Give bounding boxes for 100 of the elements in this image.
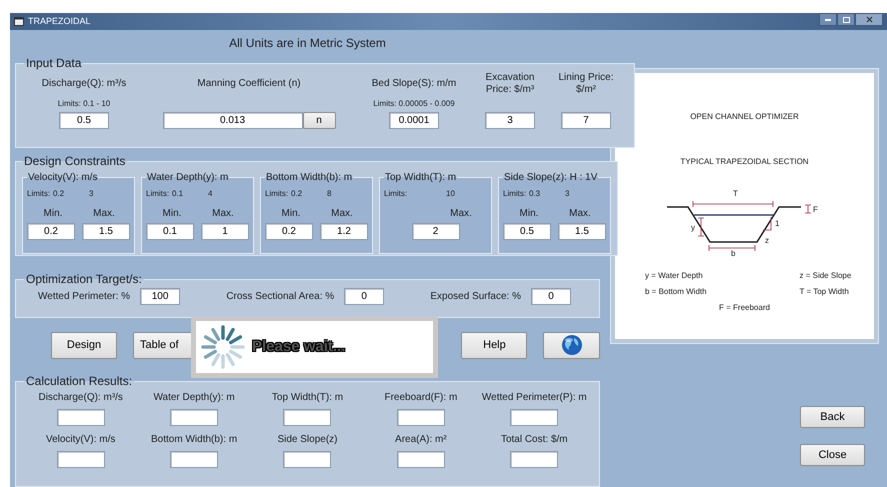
result-field[interactable] — [56, 451, 105, 468]
legend-text: T = Top Width — [798, 286, 850, 298]
result-field[interactable] — [510, 409, 558, 426]
please-wait-text: Please wait... — [252, 336, 346, 357]
limit-max: 3 — [565, 188, 570, 200]
result-field[interactable] — [170, 409, 218, 426]
trapezoidal-section-drawing: T F y 1 z b — [664, 180, 824, 256]
limit-max: 8 — [327, 188, 332, 200]
result-label: Total Cost: $/m — [500, 433, 568, 447]
target-label: Wetted Perimeter: % — [38, 290, 130, 304]
result-field[interactable] — [396, 409, 445, 426]
input-field[interactable]: 0.5 — [59, 112, 109, 129]
legend-text: z = Side Slope — [798, 270, 852, 282]
limit-min: 0.2 — [291, 188, 304, 200]
minimize-button[interactable] — [819, 13, 837, 26]
max-input[interactable]: 1.5 — [558, 223, 606, 240]
result-label: Freeboard(F): m — [384, 391, 458, 405]
result-label: Bottom Width(b): m — [151, 433, 238, 447]
field-label: Excavation Price: $/m³ — [484, 72, 536, 96]
max-input[interactable]: 2 — [412, 223, 460, 240]
legend-text: y = Water Depth — [645, 270, 704, 282]
group-title: Velocity(V): m/s — [27, 171, 98, 185]
group-title: Input Data — [25, 55, 82, 72]
limits-text: Limits: 0.00005 - 0.009 — [373, 98, 455, 110]
field-label: Bed Slope(S): m/m — [370, 77, 458, 91]
result-field[interactable] — [283, 409, 332, 426]
target-input[interactable]: 0 — [530, 288, 571, 305]
min-input[interactable]: 0.2 — [265, 223, 313, 240]
legend-text: F = Freeboard — [718, 302, 771, 314]
limit-max: 10 — [446, 188, 455, 200]
max-label: Max. — [568, 206, 592, 220]
target-input[interactable]: 0 — [344, 288, 384, 305]
limit-max: 4 — [208, 188, 212, 200]
max-label: Max. — [211, 206, 235, 220]
target-input[interactable]: 100 — [140, 288, 180, 305]
result-label: Velocity(V): m/s — [46, 433, 116, 447]
limits-label: Limits: — [265, 188, 290, 200]
max-input[interactable]: 1.5 — [82, 223, 130, 240]
group-title: Design Constraints — [23, 153, 126, 170]
group-title: Water Depth(y): m — [146, 171, 230, 185]
min-input[interactable]: 0.5 — [503, 223, 551, 240]
action-button[interactable]: Design — [51, 332, 117, 358]
max-input[interactable]: 1 — [201, 223, 249, 240]
group-title: Calculation Results: — [25, 373, 134, 390]
target-label: Cross Sectional Area: % — [226, 290, 334, 304]
units-header: All Units are in Metric System — [228, 35, 387, 52]
input-field[interactable]: 3 — [485, 112, 535, 129]
min-input[interactable]: 0.1 — [146, 223, 194, 240]
diagram-title: OPEN CHANNEL OPTIMIZER — [690, 111, 799, 123]
result-field[interactable] — [510, 451, 558, 468]
close-button[interactable] — [855, 13, 883, 26]
field-label: Discharge(Q): m³/s — [40, 77, 128, 91]
result-field[interactable] — [283, 451, 332, 468]
limits-label: Limits: — [384, 188, 408, 200]
max-label: Max. — [92, 206, 116, 220]
input-field[interactable]: 0.013 — [162, 112, 302, 129]
field-label: Lining Price: $/m² — [557, 72, 615, 96]
group-title: Bottom Width(b): m — [265, 171, 354, 185]
limits-text: Limits: 0.1 - 10 — [58, 98, 110, 110]
group-title: Optimization Target/s: — [25, 271, 143, 288]
min-label: Min. — [162, 206, 182, 220]
maximize-button[interactable] — [837, 13, 855, 26]
limits-label: Limits: — [503, 188, 528, 200]
group-title: Side Slope(z): H : 1V — [503, 171, 598, 185]
window-icon — [14, 17, 24, 26]
limits-label: Limits: — [146, 188, 170, 200]
limit-max: 3 — [89, 188, 94, 200]
max-label: Max. — [330, 206, 354, 220]
input-field[interactable]: 7 — [561, 112, 611, 129]
result-label: Side Slope(z) — [277, 433, 338, 447]
group-title: Top Width(T): m — [384, 171, 458, 185]
min-label: Min. — [518, 206, 540, 220]
globe-icon — [560, 334, 583, 356]
globe-button[interactable] — [543, 332, 600, 358]
max-input[interactable]: 1.2 — [320, 223, 368, 240]
n-button[interactable]: n — [302, 112, 336, 129]
action-button[interactable]: Help — [461, 332, 528, 358]
nav-button[interactable]: Back — [800, 406, 865, 428]
limits-label: Limits: — [27, 188, 52, 200]
result-label: Discharge(Q): m³/s — [38, 391, 123, 405]
result-label: Wetted Perimeter(P): m — [482, 391, 587, 405]
result-label: Water Depth(y): m — [153, 391, 235, 405]
min-label: Min. — [42, 206, 64, 220]
nav-button[interactable]: Close — [800, 444, 865, 466]
limit-min: 0.2 — [53, 188, 66, 200]
result-field[interactable] — [396, 451, 445, 468]
diagram-subtitle: TYPICAL TRAPEZOIDAL SECTION — [680, 156, 809, 168]
result-label: Top Width(T): m — [272, 391, 344, 405]
spinner-icon — [200, 324, 246, 370]
result-field[interactable] — [56, 409, 105, 426]
limit-min: 0.1 — [172, 188, 184, 200]
result-label: Area(A): m² — [395, 433, 447, 447]
min-label: Min. — [280, 206, 302, 220]
result-field[interactable] — [170, 451, 218, 468]
close-icon — [866, 16, 872, 23]
field-label: Manning Coefficient (n) — [196, 77, 302, 91]
legend-text: b = Bottom Width — [645, 286, 708, 298]
max-label: Max. — [449, 206, 473, 220]
min-input[interactable]: 0.2 — [27, 223, 75, 240]
input-field[interactable]: 0.0001 — [389, 112, 439, 129]
